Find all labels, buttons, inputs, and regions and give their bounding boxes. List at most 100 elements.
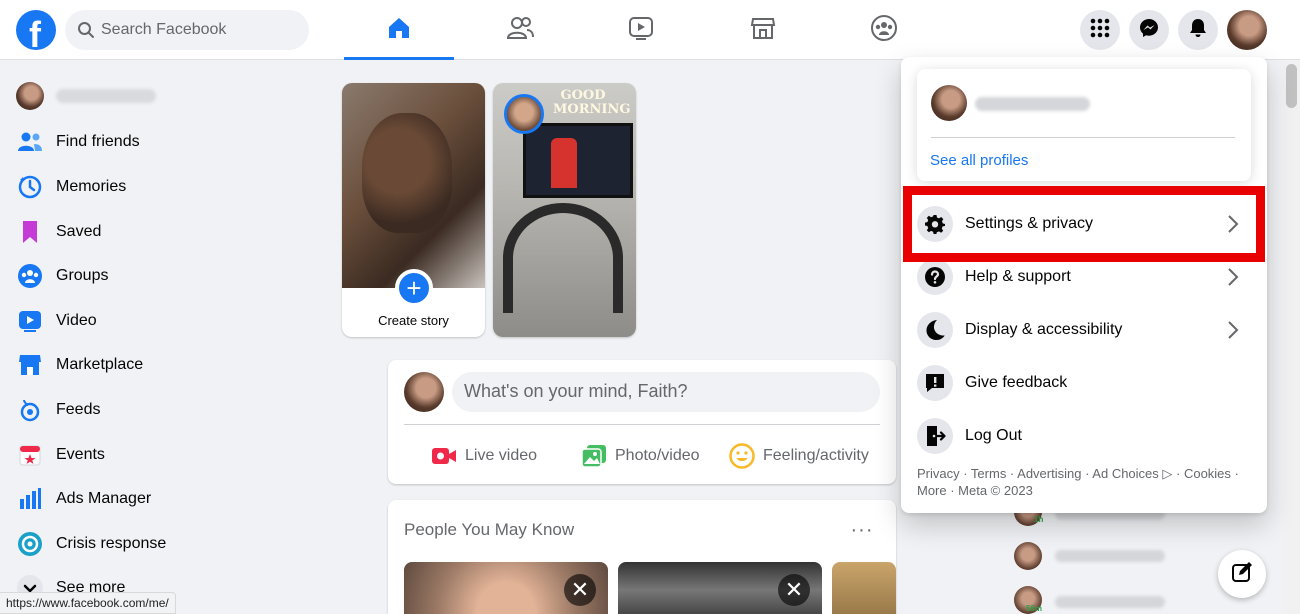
action-label: Feeling/activity [763, 447, 869, 464]
give-feedback-item[interactable]: Give feedback [913, 359, 1255, 407]
facebook-logo[interactable]: f [16, 10, 56, 55]
scrollbar-thumb[interactable] [1286, 64, 1297, 108]
photo-video-button[interactable]: Photo/video [581, 438, 700, 474]
messenger-button[interactable] [1129, 10, 1169, 50]
profile-name-blurred [56, 89, 156, 103]
tab-marketplace[interactable] [708, 0, 818, 60]
chevron-right-icon [1221, 212, 1245, 236]
help-icon [917, 259, 953, 295]
profile-name-blurred[interactable] [975, 97, 1090, 111]
log-out-item[interactable]: Log Out [913, 412, 1255, 460]
live-video-button[interactable]: Live video [431, 438, 537, 474]
tab-friends[interactable] [465, 0, 575, 60]
create-story-card[interactable]: + Create story [342, 83, 485, 337]
compose-icon [1231, 561, 1253, 588]
ads-manager-icon [16, 485, 44, 513]
sidebar-item-groups[interactable]: Groups [8, 254, 318, 298]
logout-icon [917, 418, 953, 454]
help-support-item[interactable]: Help & support [913, 253, 1255, 301]
gear-icon [917, 206, 953, 242]
video-icon [16, 307, 44, 335]
settings-privacy-item[interactable]: Settings & privacy [913, 200, 1255, 248]
divider [931, 137, 1235, 138]
sidebar-item-label: Memories [56, 178, 127, 195]
sidebar-item-label: Saved [56, 223, 102, 240]
suggestion-card[interactable]: ✕ [618, 562, 822, 614]
contact-name-blurred [1055, 550, 1165, 562]
display-accessibility-item[interactable]: Display & accessibility [913, 306, 1255, 354]
post-composer: What's on your mind, Faith? Live video P… [388, 360, 896, 484]
memories-icon [16, 173, 44, 201]
close-icon[interactable]: ✕ [778, 574, 810, 606]
live-video-icon [431, 443, 457, 469]
footer-links[interactable]: Privacy · Terms · Advertising · Ad Choic… [917, 465, 1247, 499]
story-photo [342, 83, 485, 288]
create-story-label: Create story [378, 313, 449, 328]
story-card[interactable]: GOOD MORNING [493, 83, 636, 337]
sidebar-item-label: Events [56, 446, 105, 463]
close-icon[interactable]: ✕ [564, 574, 596, 606]
profile-avatar [16, 82, 44, 110]
sidebar-item-profile[interactable] [8, 74, 318, 118]
events-icon [16, 441, 44, 469]
see-all-profiles-link[interactable]: See all profiles [930, 152, 1028, 169]
tab-groups[interactable] [829, 0, 939, 60]
notifications-button[interactable] [1178, 10, 1218, 50]
contact-active-badge: 56m [1026, 604, 1043, 613]
sidebar-item-memories[interactable]: Memories [8, 165, 318, 209]
search-input[interactable] [101, 10, 301, 50]
action-label: Photo/video [615, 447, 700, 464]
people-you-may-know: People You May Know ··· ✕ ✕ [388, 500, 896, 614]
profile-card: See all profiles [917, 69, 1251, 181]
friends-icon [506, 15, 534, 46]
groups-icon [16, 262, 44, 290]
home-icon [386, 15, 412, 46]
menu-item-label: Log Out [965, 427, 1022, 444]
sidebar-item-label: Ads Manager [56, 490, 152, 507]
add-story-button[interactable]: + [395, 269, 433, 307]
new-message-button[interactable] [1218, 550, 1266, 598]
avatar[interactable] [404, 372, 444, 412]
messenger-icon [1139, 18, 1159, 43]
video-icon [627, 15, 655, 46]
search-icon [77, 21, 95, 44]
feeling-activity-button[interactable]: Feeling/activity [729, 438, 869, 474]
search-box[interactable] [65, 10, 309, 50]
friends-icon [16, 128, 44, 156]
sidebar-item-crisis-response[interactable]: Crisis response [8, 522, 318, 566]
photo-icon [581, 443, 607, 469]
tab-watch[interactable] [586, 0, 696, 60]
sidebar-item-marketplace[interactable]: Marketplace [8, 343, 318, 387]
page-scrollbar[interactable] [1283, 60, 1300, 614]
contact-avatar[interactable] [1014, 542, 1042, 570]
saved-icon [16, 218, 44, 246]
menu-grid-button[interactable] [1080, 10, 1120, 50]
menu-item-label: Help & support [965, 268, 1071, 285]
sidebar-item-video[interactable]: Video [8, 299, 318, 343]
sidebar-item-find-friends[interactable]: Find friends [8, 120, 318, 164]
more-options-button[interactable]: ··· [848, 516, 876, 544]
sidebar-item-saved[interactable]: Saved [8, 210, 318, 254]
divider [404, 424, 880, 425]
browser-status-bar: https://www.facebook.com/me/ [0, 592, 176, 614]
contact-name-blurred [1055, 596, 1165, 608]
feedback-icon [917, 365, 953, 401]
sidebar-item-label: Find friends [56, 133, 140, 150]
feeling-icon [729, 443, 755, 469]
sidebar-item-feeds[interactable]: Feeds [8, 388, 318, 432]
composer-input[interactable]: What's on your mind, Faith? [452, 372, 880, 412]
menu-item-label: Settings & privacy [965, 215, 1094, 232]
contact-active-badge: 1h [1034, 515, 1044, 524]
feeds-icon [16, 396, 44, 424]
story-photo-bike [503, 203, 623, 313]
avatar[interactable] [931, 85, 967, 121]
menu-item-label: Give feedback [965, 374, 1068, 391]
menu-item-label: Display & accessibility [965, 321, 1123, 338]
account-avatar[interactable] [1227, 10, 1267, 50]
top-navigation-bar: f [0, 0, 1300, 60]
suggestion-card[interactable]: ✕ [404, 562, 608, 614]
sidebar-item-ads-manager[interactable]: Ads Manager [8, 477, 318, 521]
suggestion-card[interactable] [832, 562, 896, 614]
tab-home[interactable] [344, 0, 454, 60]
sidebar-item-events[interactable]: Events [8, 433, 318, 477]
